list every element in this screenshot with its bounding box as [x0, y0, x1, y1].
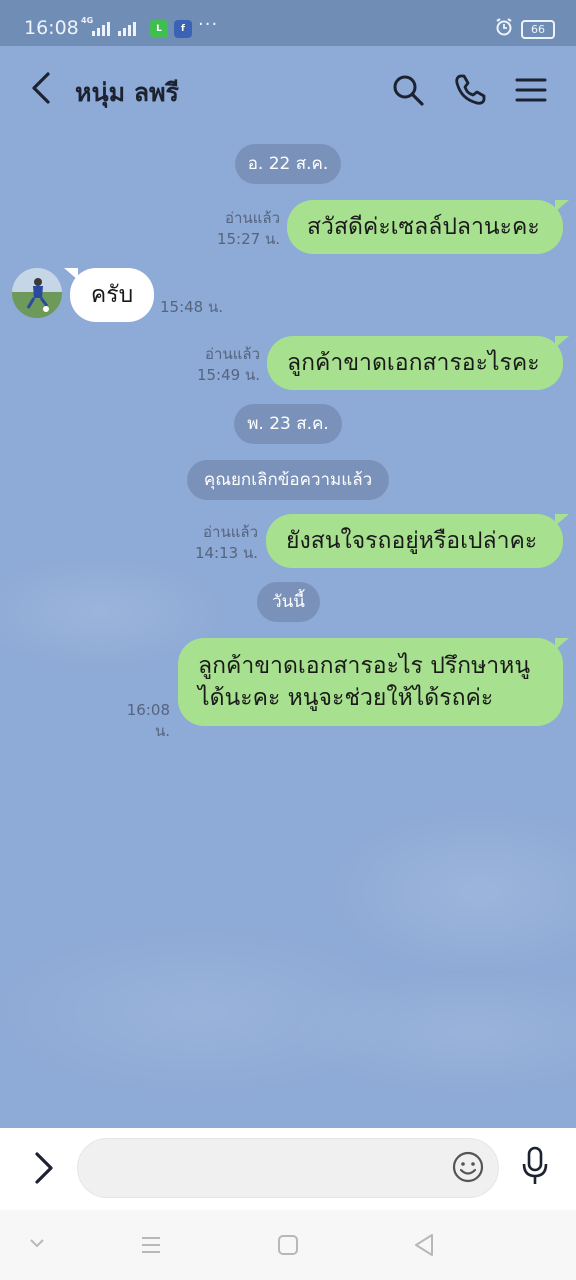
system-nav-bar [0, 1210, 576, 1280]
signal-icon [92, 20, 110, 36]
signal-icon-2 [118, 20, 136, 36]
recent-apps-icon[interactable] [140, 1234, 162, 1256]
their-message-bubble[interactable]: ครับ [64, 268, 154, 322]
unsent-notice: คุณยกเลิกข้อความแล้ว [187, 460, 389, 500]
more-icon: ··· [198, 14, 219, 35]
message-input[interactable] [77, 1138, 499, 1198]
status-time: 16:08 [24, 17, 79, 39]
my-message-bubble[interactable]: ลูกค้าขาดเอกสารอะไรคะ [267, 336, 569, 390]
avatar-image [12, 268, 62, 318]
message-line: ได้นะคะ หนูจะช่วยให้ได้รถค่ะ [198, 685, 494, 711]
message-time: 15:27 น. [216, 230, 280, 248]
status-bar: 16:08 4G L f ··· 66 [0, 0, 576, 46]
message-meta: อ่านแล้ว 15:49 น. [180, 344, 260, 386]
back-arrow-icon[interactable] [28, 70, 58, 106]
my-message-bubble[interactable]: สวัสดีค่ะเซลล์ปลานะคะ [287, 200, 569, 254]
alarm-icon [496, 18, 512, 36]
back-nav-icon[interactable] [412, 1232, 436, 1258]
message-meta: อ่านแล้ว 15:27 น. [200, 208, 280, 250]
my-message-bubble[interactable]: ลูกค้าขาดเอกสารอะไร ปรึกษาหนู ได้นะคะ หน… [178, 638, 569, 726]
chat-header: หนุ่ม ลพรี [0, 46, 576, 132]
date-separator: อ. 22 ส.ค. [235, 144, 341, 184]
read-receipt: อ่านแล้ว [203, 523, 258, 541]
search-icon[interactable] [390, 72, 426, 108]
message-time: 16:08 น. [126, 701, 170, 740]
avatar[interactable] [12, 268, 62, 318]
chat-messages[interactable]: อ. 22 ส.ค. อ่านแล้ว 15:27 น. สวัสดีค่ะเซ… [0, 132, 576, 1128]
emoji-icon[interactable] [451, 1150, 485, 1184]
date-separator: พ. 23 ส.ค. [234, 404, 342, 444]
phone-icon[interactable] [452, 72, 488, 108]
message-meta: อ่านแล้ว 14:13 น. [178, 522, 258, 564]
microphone-icon[interactable] [520, 1146, 550, 1186]
message-time: 15:48 น. [160, 298, 224, 316]
menu-icon[interactable] [514, 72, 548, 108]
read-receipt: อ่านแล้ว [225, 209, 280, 227]
message-input-bar [0, 1128, 576, 1210]
message-time: 14:13 น. [194, 544, 258, 562]
chat-title[interactable]: หนุ่ม ลพรี [75, 73, 179, 113]
chevron-down-icon[interactable] [28, 1236, 46, 1250]
line-app-icon: L [150, 20, 168, 38]
home-icon[interactable] [277, 1234, 299, 1256]
battery-icon: 66 [521, 20, 555, 39]
date-separator: วันนี้ [257, 582, 320, 622]
read-receipt: อ่านแล้ว [205, 345, 260, 363]
expand-icon[interactable] [28, 1150, 58, 1186]
facebook-icon: f [174, 20, 192, 38]
message-time: 15:49 น. [196, 366, 260, 384]
message-line: ลูกค้าขาดเอกสารอะไร ปรึกษาหนู [198, 653, 531, 679]
my-message-bubble[interactable]: ยังสนใจรถอยู่หรือเปล่าคะ [266, 514, 569, 568]
